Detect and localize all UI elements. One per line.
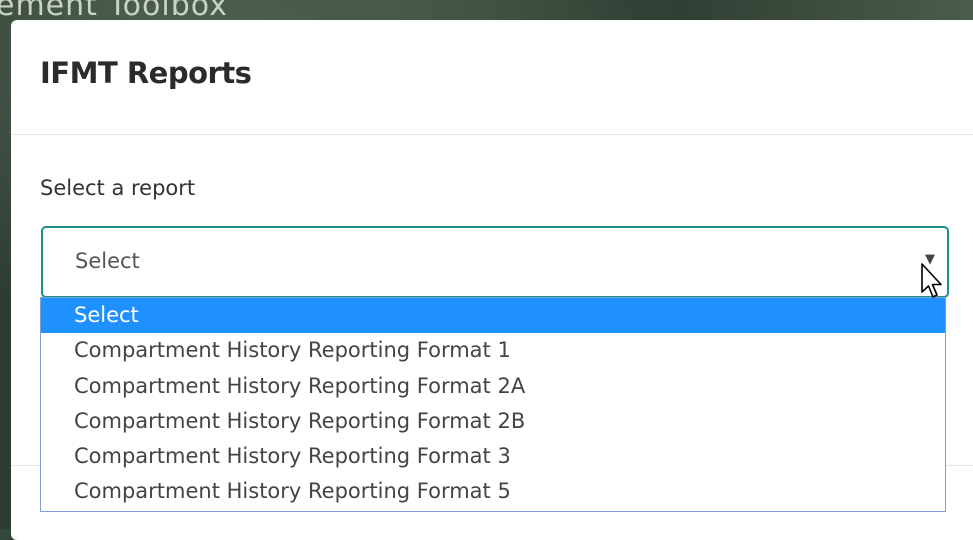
report-select[interactable]: Select ▼: [41, 226, 949, 298]
modal-header: IFMT Reports: [11, 20, 973, 135]
option-format-1[interactable]: Compartment History Reporting Format 1: [41, 333, 945, 368]
option-format-2b[interactable]: Compartment History Reporting Format 2B: [41, 404, 945, 439]
report-select-label: Select a report: [40, 176, 196, 200]
option-format-2a[interactable]: Compartment History Reporting Format 2A: [41, 369, 945, 404]
option-format-3[interactable]: Compartment History Reporting Format 3: [41, 439, 945, 474]
report-options-list[interactable]: Select Compartment History Reporting For…: [40, 297, 946, 512]
option-select[interactable]: Select: [41, 298, 945, 334]
mouse-pointer-icon: [921, 263, 942, 298]
option-format-5[interactable]: Compartment History Reporting Format 5: [41, 474, 945, 509]
report-select-value: Select: [75, 249, 140, 273]
modal-title: IFMT Reports: [40, 56, 252, 90]
